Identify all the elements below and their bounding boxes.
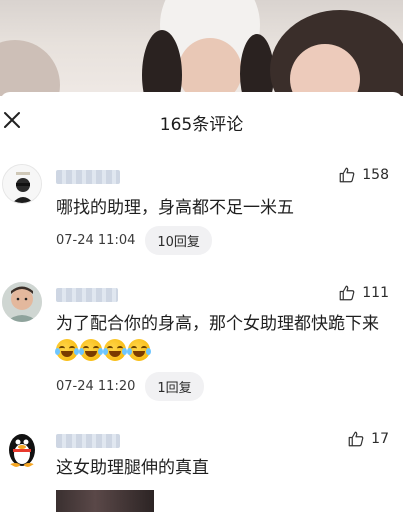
like-count: 158 — [362, 167, 389, 183]
comment-meta: 07-24 11:04 10回复 — [56, 226, 212, 255]
avatar-image — [2, 282, 42, 322]
reply-button[interactable]: 10回复 — [145, 226, 212, 255]
comment-item: 158 哪找的助理，身高都不足一米五 07-24 11:04 10回复 — [0, 162, 403, 262]
laughing-tears-emoji-icon — [127, 339, 151, 361]
like-button[interactable]: 17 — [347, 430, 389, 448]
avatar-image — [3, 165, 41, 203]
thumbs-up-icon — [348, 431, 364, 447]
reply-button[interactable]: 1回复 — [145, 372, 204, 401]
comment-text-body: 为了配合你的身高，那个女助理都快跪下来 — [56, 314, 379, 334]
laughing-tears-emoji-icon — [103, 339, 127, 361]
username-blurred[interactable] — [56, 288, 118, 302]
penguin-avatar-icon — [9, 434, 35, 467]
comment-text: 这女助理腿伸的真直 — [56, 458, 209, 478]
comment-text: 为了配合你的身高，那个女助理都快跪下来 — [55, 310, 385, 366]
avatar[interactable] — [2, 164, 42, 204]
video-figure-hair-right — [240, 34, 274, 96]
sheet-title: 165条评论 — [159, 115, 244, 135]
comment-image-thumbnail[interactable] — [56, 490, 154, 512]
like-button[interactable]: 111 — [338, 284, 389, 302]
username-blurred[interactable] — [56, 170, 120, 184]
comment-meta: 07-24 11:20 1回复 — [56, 372, 204, 401]
like-count: 17 — [371, 431, 389, 447]
comment-item: 111 为了配合你的身高，那个女助理都快跪下来 07-24 11:20 1回复 — [0, 280, 403, 410]
like-button[interactable]: 158 — [338, 166, 389, 184]
thumbs-up-icon — [339, 285, 355, 301]
comment-sheet: 165条评论 158 哪找的助理，身高都不足一米五 07-24 11:04 10… — [0, 92, 403, 512]
comment-time: 07-24 11:20 — [56, 379, 136, 394]
like-count: 111 — [362, 285, 389, 301]
avatar[interactable] — [2, 428, 42, 468]
video-background — [0, 0, 403, 96]
username-blurred[interactable] — [56, 434, 120, 448]
video-figure-face — [178, 38, 242, 96]
comment-text: 哪找的助理，身高都不足一米五 — [56, 198, 294, 218]
comment-item: 17 这女助理腿伸的真直 — [0, 428, 403, 512]
thumbs-up-icon — [339, 167, 355, 183]
laughing-tears-emoji-icon — [55, 339, 79, 361]
video-figure-left-shoulder — [0, 40, 60, 96]
avatar[interactable] — [2, 282, 42, 322]
sheet-header: 165条评论 — [0, 92, 403, 150]
laughing-tears-emoji-icon — [79, 339, 103, 361]
comment-time: 07-24 11:04 — [56, 233, 136, 248]
